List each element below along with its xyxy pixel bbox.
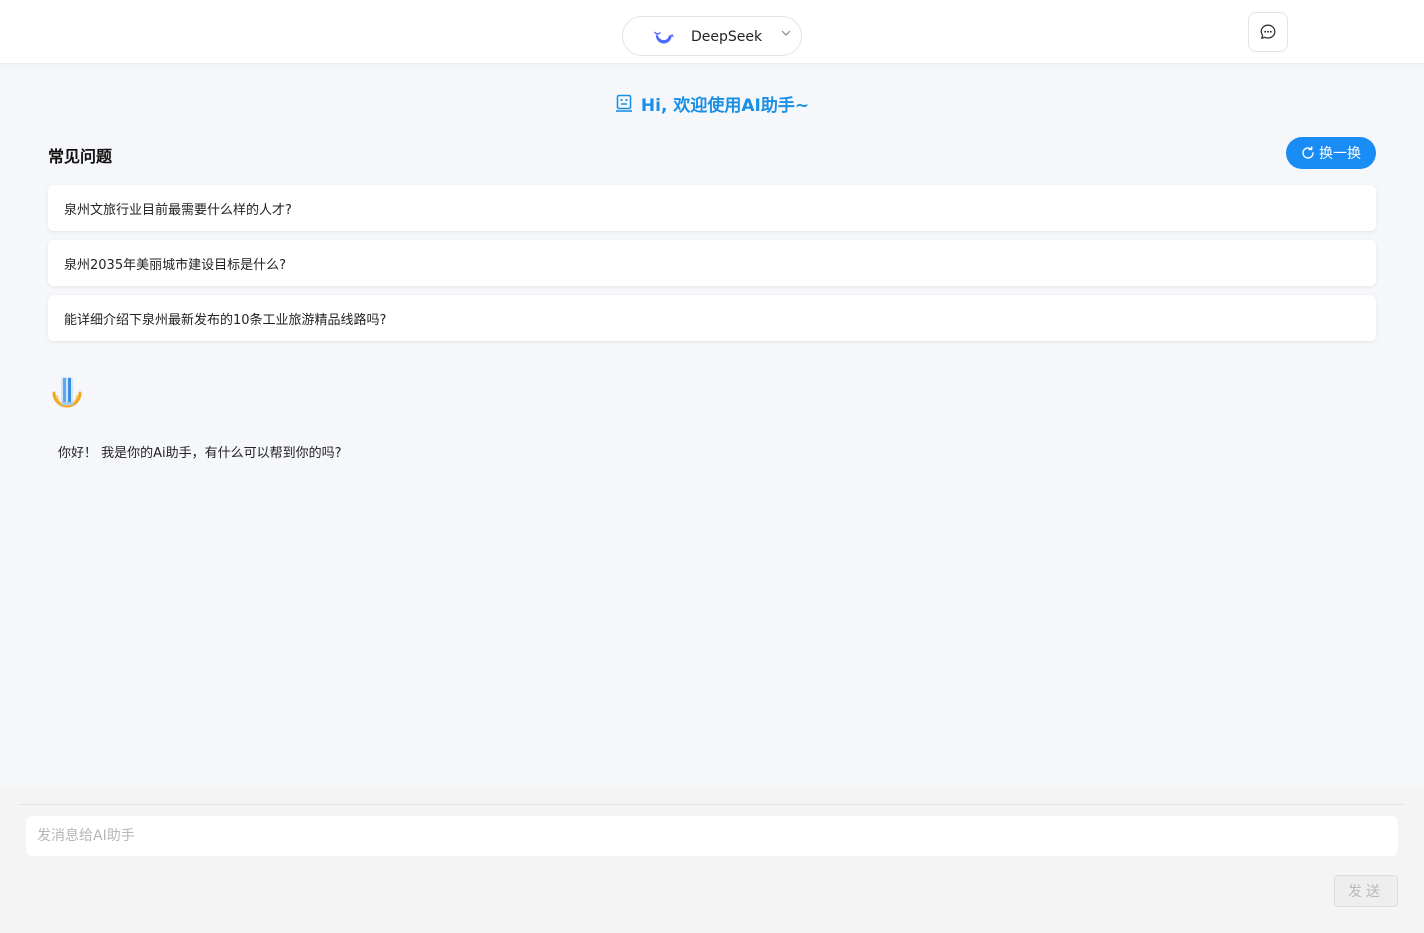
composer-area: 发送 [0,786,1424,933]
chevron-down-icon [781,30,791,36]
refresh-icon [1302,146,1314,159]
faq-item[interactable]: 泉州2035年美丽城市建设目标是什么? [48,240,1376,286]
welcome-text: Hi, 欢迎使用AI助手~ [640,95,810,116]
refresh-label: 换一换 [1319,145,1361,161]
faq-list: 泉州文旅行业目前最需要什么样的人才? 泉州2035年美丽城市建设目标是什么? 能… [48,185,1376,350]
top-bar: DeepSeek [0,0,1424,64]
model-name: DeepSeek [691,29,763,45]
faq-item[interactable]: 能详细介绍下泉州最新发布的10条工业旅游精品线路吗? [48,295,1376,341]
bot-message: 你好！ 我是你的Ai助手，有什么可以帮到你的吗? [58,446,342,461]
welcome-banner: Hi, 欢迎使用AI助手~ [0,90,1424,116]
message-input[interactable] [26,816,1398,856]
robot-icon [615,94,632,112]
chat-bubble-icon [1260,24,1276,39]
deepseek-whale-icon [654,31,674,44]
refresh-questions-button[interactable]: 换一换 [1286,137,1376,169]
ai-assistant-avatar [52,377,82,408]
send-button[interactable]: 发送 [1334,875,1398,907]
faq-title: 常见问题 [48,147,113,166]
divider [18,804,1404,805]
faq-item[interactable]: 泉州文旅行业目前最需要什么样的人才? [48,185,1376,231]
model-selector[interactable]: DeepSeek [622,16,802,56]
chat-history-button[interactable] [1248,12,1288,52]
